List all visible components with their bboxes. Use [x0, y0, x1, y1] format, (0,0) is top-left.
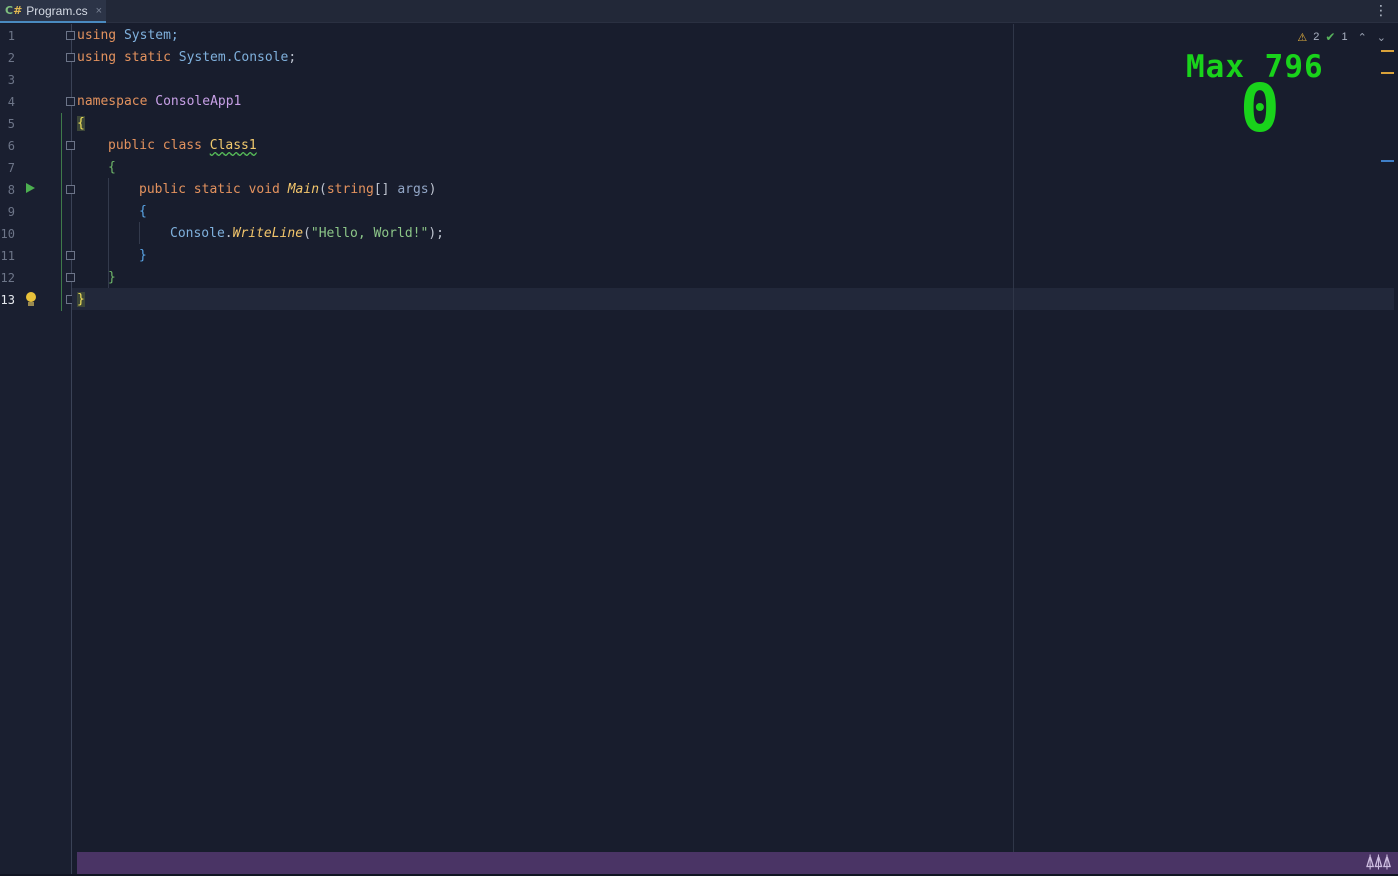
- code-line: {: [139, 204, 147, 219]
- game-current-score: 0: [1240, 70, 1280, 147]
- current-line-highlight: [72, 288, 1394, 310]
- code-line: using static System.Console;: [77, 50, 297, 65]
- warning-count: 2: [1313, 31, 1320, 43]
- line-number: 2: [7, 51, 15, 65]
- line-number: 1: [7, 29, 15, 43]
- indent-guide: [139, 222, 140, 244]
- line-number: 8: [7, 183, 15, 197]
- line-number: 12: [0, 271, 15, 285]
- close-icon[interactable]: ×: [96, 5, 102, 17]
- check-count: 1: [1341, 31, 1348, 43]
- more-options-icon[interactable]: ⋮: [1374, 3, 1388, 19]
- scrollbar-warning-mark[interactable]: [1381, 72, 1394, 74]
- tab-label: Program.cs: [26, 3, 88, 18]
- inspection-widget[interactable]: ⚠ 2 ✔ 1 ⌃ ⌄: [1297, 30, 1386, 44]
- scrollbar-warning-mark[interactable]: [1381, 50, 1394, 52]
- chevron-up-icon[interactable]: ⌃: [1358, 31, 1367, 44]
- bottom-bar: ⍋⍋⍋: [77, 852, 1398, 874]
- change-marker: [61, 113, 62, 311]
- code-line: public static void Main(string[] args): [139, 182, 437, 197]
- lightbulb-icon[interactable]: [26, 292, 36, 306]
- run-icon[interactable]: [26, 183, 35, 193]
- code-line: {: [77, 116, 85, 131]
- tab-bar: C# Program.cs × ⋮: [0, 0, 1398, 23]
- code-line: public class Class1: [108, 138, 257, 153]
- check-icon: ✔: [1325, 30, 1336, 44]
- scrollbar-caret-mark[interactable]: [1381, 160, 1394, 162]
- ide-window: C# Program.cs × ⋮ 1 2 3 4 5 6 7 8 9 10 1…: [0, 0, 1398, 876]
- editor-gutter: 1 2 3 4 5 6 7 8 9 10 11 12 13: [0, 24, 75, 876]
- line-number: 6: [7, 139, 15, 153]
- line-number: 9: [7, 205, 15, 219]
- code-line: {: [108, 160, 116, 175]
- line-number-current: 13: [0, 293, 15, 307]
- code-line: Console.WriteLine("Hello, World!");: [170, 226, 444, 241]
- warning-icon: ⚠: [1297, 31, 1308, 44]
- code-line: }: [77, 292, 85, 307]
- pixel-game-icon: ⍋⍋⍋: [1366, 855, 1392, 871]
- line-number: 11: [0, 249, 15, 263]
- line-number: 4: [7, 95, 15, 109]
- tab-program-cs[interactable]: C# Program.cs ×: [0, 0, 106, 23]
- right-margin-guide: [1013, 24, 1014, 852]
- chevron-down-icon[interactable]: ⌄: [1377, 31, 1386, 44]
- code-line: using System;: [77, 28, 179, 43]
- code-line: namespace ConsoleApp1: [77, 94, 242, 109]
- line-number: 5: [7, 117, 15, 131]
- line-number: 7: [7, 161, 15, 175]
- code-line: }: [108, 270, 116, 285]
- line-number: 10: [0, 227, 15, 241]
- code-line: }: [139, 248, 147, 263]
- line-number: 3: [7, 73, 15, 87]
- code-editor[interactable]: using System; using static System.Consol…: [72, 24, 1398, 852]
- csharp-file-icon: C#: [5, 4, 23, 17]
